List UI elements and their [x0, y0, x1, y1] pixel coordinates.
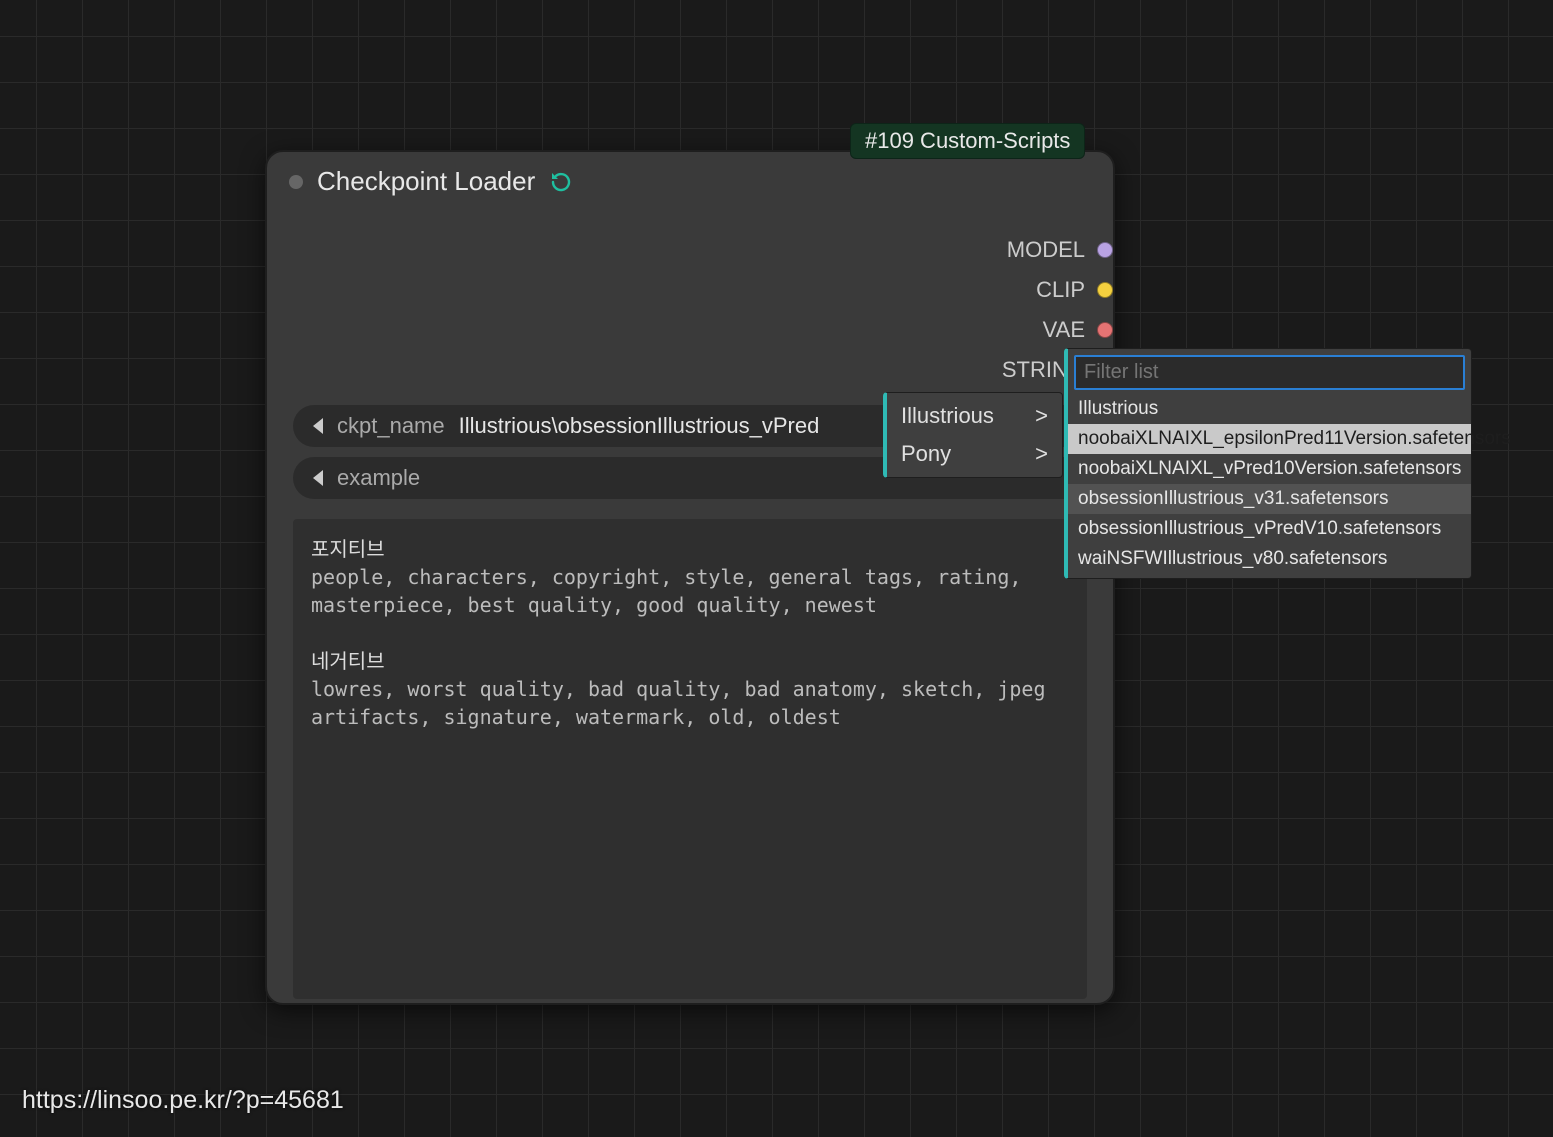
node-header[interactable]: Checkpoint Loader: [267, 152, 1113, 207]
output-label: MODEL: [1007, 237, 1085, 263]
output-label: CLIP: [1036, 277, 1085, 303]
collapse-dot-icon[interactable]: [289, 175, 303, 189]
positive-title: 포지티브: [311, 537, 385, 561]
node-id-badge: #109 Custom-Scripts: [850, 123, 1085, 159]
prompt-textarea[interactable]: 포지티브 people, characters, copyright, styl…: [293, 519, 1087, 999]
submenu-label: Illustrious: [901, 403, 994, 429]
dropdown-item[interactable]: waiNSFWIllustrious_v80.safetensors: [1068, 544, 1471, 574]
dropdown-item[interactable]: Illustrious: [1068, 394, 1471, 424]
node-outputs: MODEL CLIP VAE STRING: [267, 207, 1113, 399]
positive-body: people, characters, copyright, style, ge…: [311, 565, 1033, 617]
arrow-left-icon[interactable]: [313, 470, 323, 486]
output-label: VAE: [1043, 317, 1085, 343]
dropdown-item[interactable]: obsessionIllustrious_vPredV10.safetensor…: [1068, 514, 1471, 544]
submenu-label: Pony: [901, 441, 951, 467]
dropdown-item[interactable]: noobaiXLNAIXL_epsilonPred11Version.safet…: [1068, 424, 1471, 454]
dropdown-list: Illustrious noobaiXLNAIXL_epsilonPred11V…: [1068, 394, 1471, 578]
output-port-icon[interactable]: [1097, 282, 1113, 298]
refresh-icon[interactable]: [549, 170, 573, 194]
negative-body: lowres, worst quality, bad quality, bad …: [311, 677, 1058, 729]
output-port-icon[interactable]: [1097, 242, 1113, 258]
submenu-item-pony[interactable]: Pony >: [887, 435, 1062, 473]
checkpoint-loader-node[interactable]: Checkpoint Loader MODEL CLIP VAE STRING …: [265, 150, 1115, 1005]
dropdown-item[interactable]: noobaiXLNAIXL_vPred10Version.safetensors: [1068, 454, 1471, 484]
arrow-left-icon[interactable]: [313, 418, 323, 434]
submenu-item-illustrious[interactable]: Illustrious >: [887, 397, 1062, 435]
chevron-right-icon: >: [1035, 403, 1048, 429]
chevron-right-icon: >: [1035, 441, 1048, 467]
filter-input[interactable]: [1074, 355, 1465, 390]
output-port-icon[interactable]: [1097, 322, 1113, 338]
negative-title: 네거티브: [311, 649, 385, 673]
dropdown-item[interactable]: obsessionIllustrious_v31.safetensors: [1068, 484, 1471, 514]
output-clip[interactable]: CLIP: [1036, 277, 1105, 303]
checkpoint-dropdown[interactable]: Illustrious noobaiXLNAIXL_epsilonPred11V…: [1064, 348, 1472, 579]
category-submenu[interactable]: Illustrious > Pony >: [883, 392, 1063, 478]
output-vae[interactable]: VAE: [1043, 317, 1105, 343]
output-model[interactable]: MODEL: [1007, 237, 1105, 263]
source-url: https://linsoo.pe.kr/?p=45681: [22, 1086, 344, 1115]
widget-label: ckpt_name: [337, 413, 445, 439]
widget-label: example: [337, 465, 420, 491]
node-title: Checkpoint Loader: [317, 166, 535, 197]
